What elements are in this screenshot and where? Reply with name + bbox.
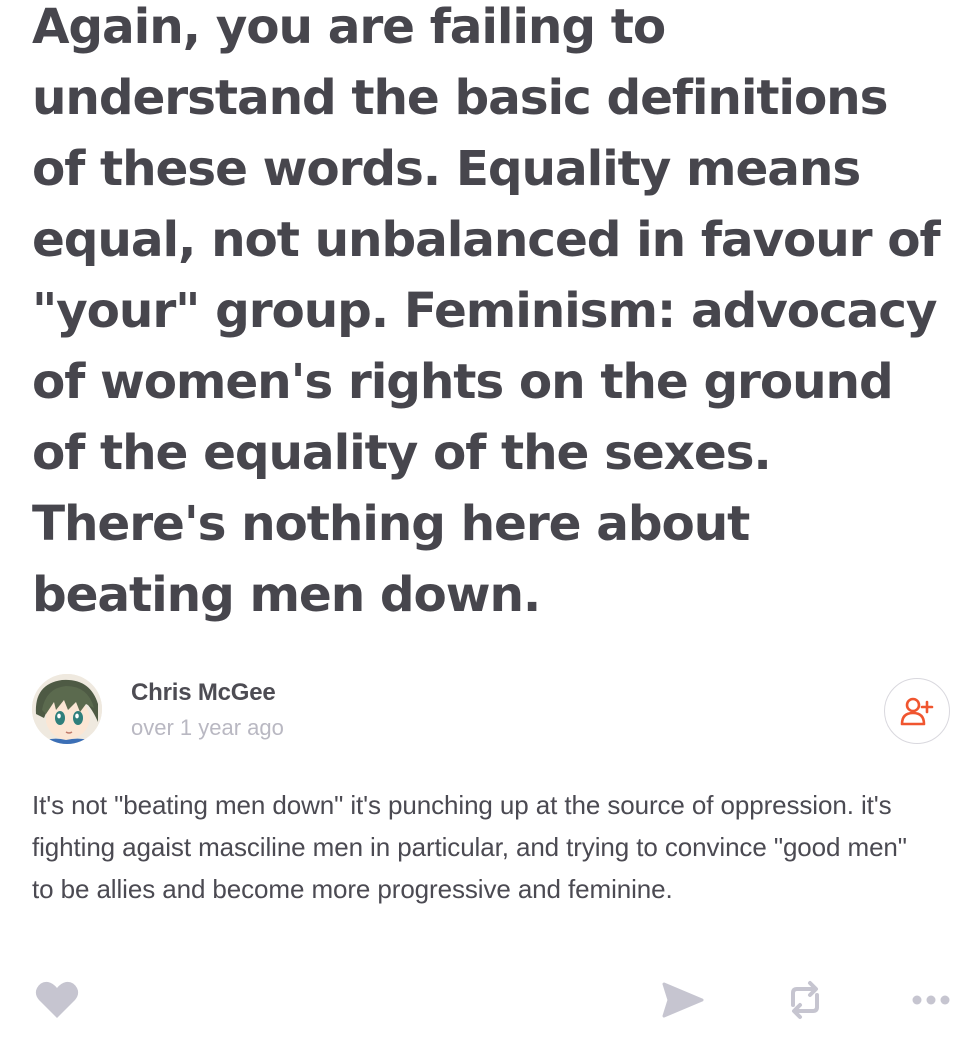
repost-icon xyxy=(791,981,819,1019)
more-button[interactable] xyxy=(908,978,954,1022)
heart-icon xyxy=(35,981,79,1018)
avatar[interactable] xyxy=(32,674,102,744)
post-quote: Again, you are failing to understand the… xyxy=(32,0,941,623)
action-bar xyxy=(32,978,954,1022)
share-button[interactable] xyxy=(658,978,708,1022)
author-name[interactable]: Chris McGee xyxy=(131,679,276,707)
like-button[interactable] xyxy=(32,978,82,1022)
follow-button[interactable] xyxy=(884,678,950,744)
repost-button[interactable] xyxy=(780,978,830,1022)
author-row: Chris McGee over 1 year ago xyxy=(32,674,950,750)
anime-avatar-image xyxy=(32,674,102,744)
reply-body: It's not "beating men down" it's punchin… xyxy=(32,790,907,904)
post-timestamp: over 1 year ago xyxy=(131,715,284,740)
send-icon xyxy=(662,982,704,1018)
add-user-icon xyxy=(900,697,934,726)
more-icon xyxy=(912,995,950,1005)
